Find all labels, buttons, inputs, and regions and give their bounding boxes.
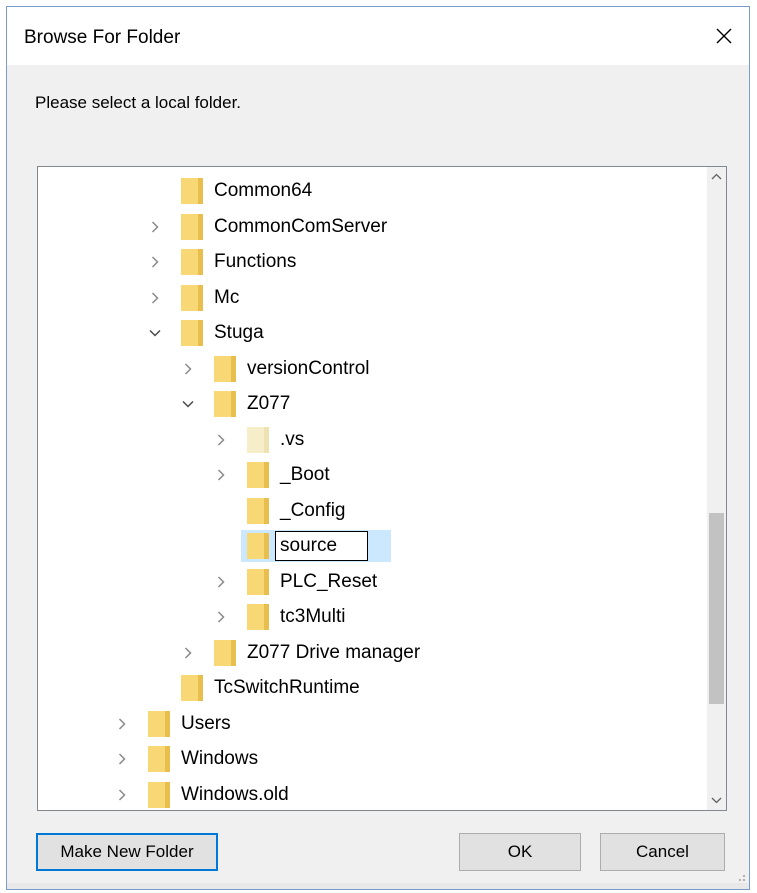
tree-node[interactable]: Z077	[38, 388, 707, 420]
folder-icon	[181, 249, 203, 275]
tree-node[interactable]	[38, 530, 707, 562]
tree-node-label: CommonComServer	[214, 215, 388, 237]
folder-icon	[247, 604, 269, 630]
folder-icon	[181, 178, 203, 204]
chevron-right-icon[interactable]	[214, 433, 228, 447]
cancel-button[interactable]: Cancel	[600, 833, 725, 871]
chevron-up-icon	[711, 173, 722, 180]
rename-input[interactable]	[275, 531, 368, 561]
folder-tree[interactable]: Common64 CommonComServer Functions Mc Stuga v…	[37, 166, 727, 811]
instruction-text: Please select a local folder.	[35, 93, 242, 112]
tree-node-label: versionControl	[247, 357, 370, 379]
background-window-strip	[7, 883, 749, 889]
chevron-right-icon[interactable]	[148, 255, 162, 269]
folder-icon	[214, 355, 236, 382]
tree-node[interactable]: _Boot	[38, 459, 707, 491]
tree-node[interactable]: _Config	[38, 495, 707, 527]
tree-node[interactable]: CommonComServer	[38, 211, 707, 243]
folder-icon	[247, 497, 269, 524]
close-button[interactable]	[699, 7, 749, 65]
chevron-right-icon[interactable]	[214, 575, 228, 589]
folder-icon	[148, 746, 170, 772]
chevron-right-icon[interactable]	[181, 362, 195, 376]
tree-node[interactable]: Users	[38, 708, 707, 740]
scroll-down-button[interactable]	[707, 791, 726, 810]
folder-icon	[181, 320, 203, 346]
tree-node-label: Windows.old	[181, 783, 289, 805]
tree-node[interactable]: Functions	[38, 246, 707, 278]
tree-node-label: Mc	[214, 286, 240, 308]
tree-node[interactable]: Windows.old	[38, 779, 707, 811]
scroll-thumb[interactable]	[709, 513, 724, 705]
chevron-right-icon[interactable]	[181, 646, 195, 660]
window-title: Browse For Folder	[24, 27, 181, 48]
tree-node[interactable]: PLC_Reset	[38, 566, 707, 598]
chevron-down-icon[interactable]	[148, 326, 162, 340]
folder-icon	[247, 426, 269, 453]
vertical-scrollbar[interactable]	[707, 167, 726, 810]
tree-node[interactable]: Z077 Drive manager	[38, 637, 707, 669]
chevron-right-icon[interactable]	[214, 610, 228, 624]
folder-icon	[247, 533, 269, 559]
tree-node-label: _Config	[280, 499, 346, 521]
make-new-folder-button[interactable]: Make New Folder	[36, 833, 218, 871]
tree-node-label: PLC_Reset	[280, 570, 378, 592]
tree-node[interactable]: Common64	[38, 175, 707, 207]
tree-node[interactable]: .vs	[38, 424, 707, 456]
tree-node[interactable]: TcSwitchRuntime	[38, 672, 707, 704]
tree-node-label: Functions	[214, 251, 297, 272]
tree-node[interactable]: Mc	[38, 282, 707, 314]
folder-icon	[214, 639, 236, 666]
ok-button[interactable]: OK	[459, 833, 581, 871]
chevron-right-icon[interactable]	[115, 717, 129, 731]
browse-folder-dialog: Browse For Folder Please select a local …	[6, 6, 750, 890]
folder-icon	[148, 781, 170, 808]
chevron-right-icon[interactable]	[115, 752, 129, 766]
tree-node-label: .vs	[280, 428, 305, 450]
folder-icon	[148, 710, 170, 737]
tree-node-label: Windows	[181, 748, 259, 769]
tree-node-label: Z077	[247, 393, 291, 414]
folder-icon	[181, 284, 203, 311]
chevron-right-icon[interactable]	[115, 788, 129, 802]
chevron-down-icon[interactable]	[181, 397, 195, 411]
tree-node[interactable]: Windows	[38, 743, 707, 775]
scroll-up-button[interactable]	[707, 167, 726, 186]
tree-node-label: TcSwitchRuntime	[214, 677, 360, 698]
folder-icon	[181, 675, 203, 701]
folder-icon	[247, 462, 269, 488]
chevron-down-icon	[711, 797, 722, 804]
tree-node[interactable]: Stuga	[38, 317, 707, 349]
tree-node-label: Common64	[214, 180, 313, 201]
chevron-right-icon[interactable]	[148, 291, 162, 305]
tree-node[interactable]: tc3Multi	[38, 601, 707, 633]
tree-node-label: _Boot	[280, 464, 330, 485]
tree-node-label: tc3Multi	[280, 606, 346, 627]
folder-icon	[214, 391, 236, 417]
tree-node[interactable]: versionControl	[38, 353, 707, 385]
title-bar: Browse For Folder	[7, 7, 749, 65]
chevron-right-icon[interactable]	[148, 220, 162, 234]
tree-node-label: Z077 Drive manager	[247, 641, 421, 663]
folder-icon	[247, 568, 269, 595]
tree-node-label: Users	[181, 712, 231, 734]
folder-icon	[181, 213, 203, 240]
chevron-right-icon[interactable]	[214, 468, 228, 482]
tree-node-label: Stuga	[214, 322, 264, 343]
close-icon	[716, 28, 732, 44]
